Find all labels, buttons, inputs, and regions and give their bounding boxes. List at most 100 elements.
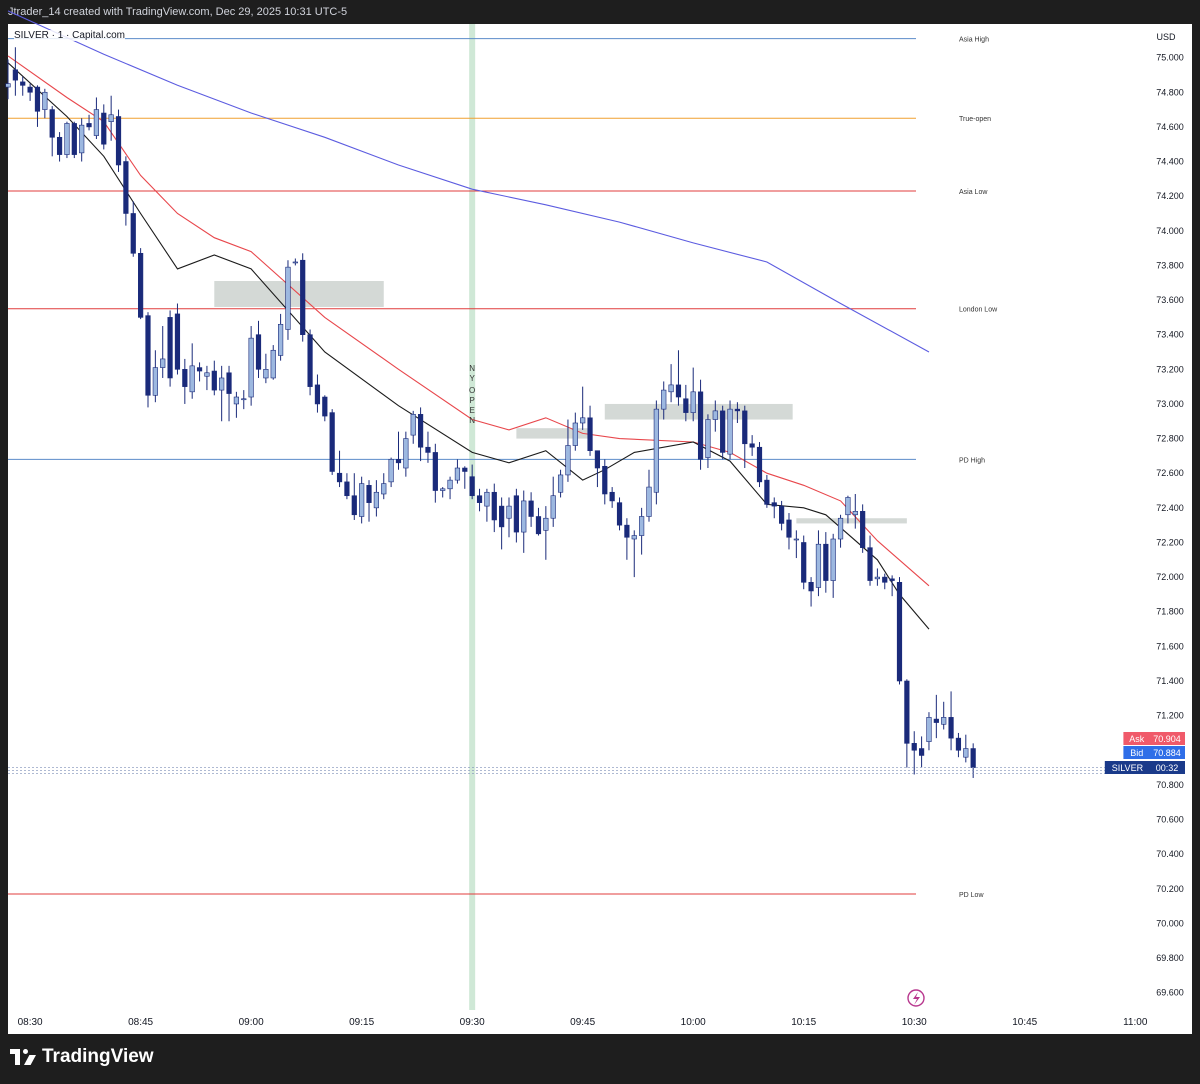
bullish-candle bbox=[263, 353, 269, 384]
candle-body bbox=[779, 505, 785, 524]
candle-body bbox=[248, 337, 254, 398]
price-tag-label: Ask bbox=[1129, 734, 1145, 744]
candle-body bbox=[160, 358, 166, 368]
bearish-candle bbox=[602, 459, 608, 505]
candle-body bbox=[484, 491, 490, 507]
y-tick-label: 69.600 bbox=[1156, 988, 1184, 998]
bearish-candle bbox=[720, 405, 726, 460]
y-tick-label: 71.600 bbox=[1156, 641, 1184, 651]
candle-body bbox=[440, 488, 446, 491]
ny-open-label: P bbox=[469, 396, 474, 405]
candle-body bbox=[646, 486, 652, 517]
x-tick-label: 09:15 bbox=[349, 1017, 374, 1028]
bearish-candle bbox=[896, 577, 903, 685]
y-tick-label: 70.000 bbox=[1156, 918, 1184, 928]
candle-body bbox=[587, 417, 593, 451]
y-tick-label: 72.800 bbox=[1156, 434, 1184, 444]
candle-body bbox=[911, 743, 917, 751]
y-tick-label: 72.600 bbox=[1156, 468, 1184, 478]
candle-body bbox=[123, 161, 129, 214]
bullish-candle bbox=[521, 490, 527, 553]
candle-body bbox=[233, 396, 240, 405]
y-tick-label: 73.200 bbox=[1156, 364, 1184, 374]
level-label: Asia Low bbox=[959, 189, 988, 196]
candle-body bbox=[749, 443, 755, 448]
candle-body bbox=[764, 479, 770, 505]
candle-body bbox=[705, 419, 711, 458]
candle-body bbox=[624, 524, 630, 538]
candle-body bbox=[491, 491, 497, 521]
bullish-candle bbox=[403, 431, 409, 477]
candle-body bbox=[506, 505, 512, 519]
candle-body bbox=[454, 467, 461, 481]
candle-body bbox=[314, 384, 321, 405]
candle-body bbox=[712, 410, 718, 420]
candle-body bbox=[823, 543, 829, 581]
y-tick-label: 74.600 bbox=[1156, 122, 1184, 132]
bullish-candle bbox=[639, 507, 645, 555]
bearish-candle bbox=[395, 431, 402, 470]
candle-body bbox=[535, 516, 542, 535]
bearish-candle bbox=[528, 492, 534, 527]
bearish-candle bbox=[56, 132, 63, 162]
candle-body bbox=[344, 481, 350, 497]
candle-body bbox=[513, 495, 519, 533]
candle-body bbox=[292, 261, 298, 264]
bullish-candle bbox=[727, 400, 733, 460]
bullish-candle bbox=[550, 476, 556, 527]
candle-body bbox=[366, 485, 372, 503]
candlestick-chart[interactable]: Asia High True-open Asia Low London Low PD H… bbox=[0, 0, 1200, 1084]
candle-body bbox=[631, 535, 637, 540]
bullish-candle bbox=[874, 568, 880, 586]
candle-body bbox=[359, 483, 365, 517]
bearish-candle bbox=[425, 431, 431, 463]
bearish-candle bbox=[808, 577, 814, 607]
bearish-candle bbox=[115, 109, 122, 172]
bullish-candle bbox=[793, 530, 799, 559]
candle-body bbox=[174, 313, 181, 370]
candle-body bbox=[93, 109, 100, 136]
bearish-candle bbox=[970, 743, 976, 778]
candle-body bbox=[771, 502, 777, 507]
bearish-candle bbox=[255, 320, 262, 378]
candle-body bbox=[270, 349, 276, 379]
bearish-candle bbox=[86, 114, 92, 131]
price-tag-value: 00:32 bbox=[1156, 763, 1179, 773]
y-tick-label: 70.200 bbox=[1156, 884, 1184, 894]
bearish-candle bbox=[49, 106, 55, 157]
candle-body bbox=[56, 136, 63, 155]
candle-body bbox=[874, 576, 880, 580]
candle-body bbox=[602, 465, 608, 495]
symbol-label[interactable]: SILVER · 1 · Capital.com bbox=[14, 30, 125, 41]
tradingview-logo[interactable]: TradingView bbox=[10, 1046, 154, 1068]
y-tick-label: 70.600 bbox=[1156, 815, 1184, 825]
level-label: London Low bbox=[959, 307, 998, 314]
bullish-candle bbox=[270, 345, 276, 380]
bearish-candle bbox=[955, 732, 962, 758]
candle-body bbox=[499, 505, 505, 528]
bearish-candle bbox=[300, 253, 306, 342]
bearish-candle bbox=[167, 310, 173, 387]
candle-body bbox=[64, 123, 70, 155]
candle-body bbox=[12, 69, 18, 81]
bearish-candle bbox=[432, 443, 438, 503]
bullish-candle bbox=[447, 476, 453, 500]
bullish-candle bbox=[233, 391, 240, 418]
bullish-candle bbox=[248, 326, 254, 406]
bearish-candle bbox=[20, 76, 26, 96]
bearish-candle bbox=[12, 47, 18, 96]
candle-body bbox=[226, 372, 232, 394]
bearish-candle bbox=[314, 374, 321, 413]
bullish-candle bbox=[454, 459, 461, 484]
bearish-candle bbox=[587, 405, 593, 456]
candle-body bbox=[410, 414, 416, 436]
ny-open-label: N bbox=[469, 416, 475, 425]
candle-body bbox=[653, 408, 659, 493]
bearish-candle bbox=[904, 679, 910, 768]
y-tick-label: 74.000 bbox=[1156, 226, 1184, 236]
candle-body bbox=[211, 370, 217, 391]
candle-body bbox=[351, 495, 357, 516]
bearish-candle bbox=[145, 312, 151, 408]
candle-body bbox=[683, 398, 689, 413]
bearish-candle bbox=[882, 573, 888, 590]
